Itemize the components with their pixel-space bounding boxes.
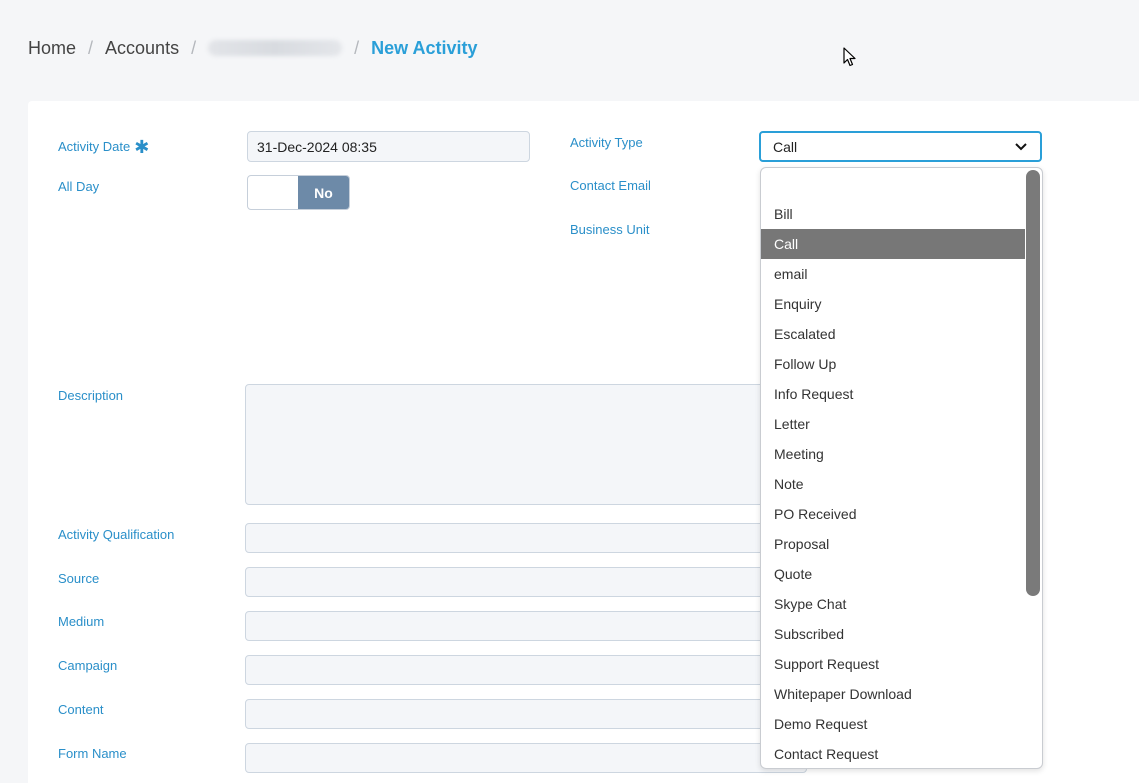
medium-input[interactable] — [245, 611, 807, 641]
dropdown-option[interactable]: Info Request — [761, 379, 1025, 409]
business-unit-label: Business Unit — [570, 222, 650, 237]
dropdown-option[interactable]: Quote — [761, 559, 1025, 589]
activity-type-select[interactable]: Call — [759, 131, 1042, 162]
dropdown-scrollbar-thumb[interactable] — [1026, 170, 1040, 596]
form-name-input[interactable] — [245, 743, 807, 773]
activity-type-value: Call — [773, 138, 798, 155]
activity-date-label: Activity Date ✱ — [58, 137, 150, 157]
breadcrumb-separator: / — [191, 37, 197, 58]
dropdown-option[interactable]: email — [761, 259, 1025, 289]
dropdown-option[interactable]: Support Request — [761, 649, 1025, 679]
activity-type-label: Activity Type — [570, 135, 643, 150]
activity-qualification-input[interactable] — [245, 523, 807, 553]
dropdown-option[interactable]: Skype Chat — [761, 589, 1025, 619]
dropdown-option[interactable]: Meeting — [761, 439, 1025, 469]
form-name-label: Form Name — [58, 746, 127, 761]
dropdown-option[interactable]: Letter — [761, 409, 1025, 439]
dropdown-option[interactable]: Contact Request — [761, 739, 1025, 768]
dropdown-option[interactable]: Note — [761, 469, 1025, 499]
breadcrumb-account-name[interactable] — [208, 40, 343, 56]
mouse-pointer-icon — [843, 47, 856, 67]
content-input[interactable] — [245, 699, 807, 729]
dropdown-option[interactable]: Follow Up — [761, 349, 1025, 379]
activity-type-dropdown: Bill Call email Enquiry Escalated Follow Up In… — [760, 167, 1043, 769]
dropdown-option[interactable]: Escalated — [761, 319, 1025, 349]
dropdown-option[interactable]: Subscribed — [761, 619, 1025, 649]
breadcrumb-separator: / — [88, 37, 94, 58]
description-textarea[interactable] — [245, 384, 807, 505]
all-day-toggle[interactable]: No — [247, 175, 350, 210]
source-label: Source — [58, 571, 100, 586]
activity-date-input[interactable]: 31-Dec-2024 08:35 — [247, 131, 530, 162]
description-label: Description — [58, 388, 124, 403]
breadcrumb-home[interactable]: Home — [28, 38, 76, 59]
content-label: Content — [58, 702, 104, 717]
contact-email-label: Contact Email — [570, 178, 651, 193]
breadcrumb: Home / Accounts / / New Activity — [28, 36, 477, 60]
campaign-label: Campaign — [58, 658, 118, 673]
dropdown-option[interactable]: Enquiry — [761, 289, 1025, 319]
dropdown-option[interactable]: Bill — [761, 199, 1025, 229]
medium-label: Medium — [58, 614, 105, 629]
all-day-label: All Day — [58, 179, 100, 194]
activity-qualification-label: Activity Qualification — [58, 527, 175, 542]
breadcrumb-accounts[interactable]: Accounts — [105, 38, 179, 59]
dropdown-option[interactable]: Demo Request — [761, 709, 1025, 739]
campaign-input[interactable] — [245, 655, 807, 685]
dropdown-option[interactable]: PO Received — [761, 499, 1025, 529]
chevron-down-icon — [1015, 142, 1027, 150]
breadcrumb-separator: / — [354, 37, 360, 58]
dropdown-option[interactable]: Call — [761, 229, 1025, 259]
all-day-toggle-state: No — [298, 176, 349, 209]
breadcrumb-current: New Activity — [371, 37, 478, 58]
source-input[interactable] — [245, 567, 807, 597]
required-icon: ✱ — [134, 137, 150, 157]
dropdown-option[interactable]: Proposal — [761, 529, 1025, 559]
activity-type-options: Bill Call email Enquiry Escalated Follow Up In… — [761, 168, 1025, 768]
dropdown-option[interactable]: Whitepaper Download — [761, 679, 1025, 709]
